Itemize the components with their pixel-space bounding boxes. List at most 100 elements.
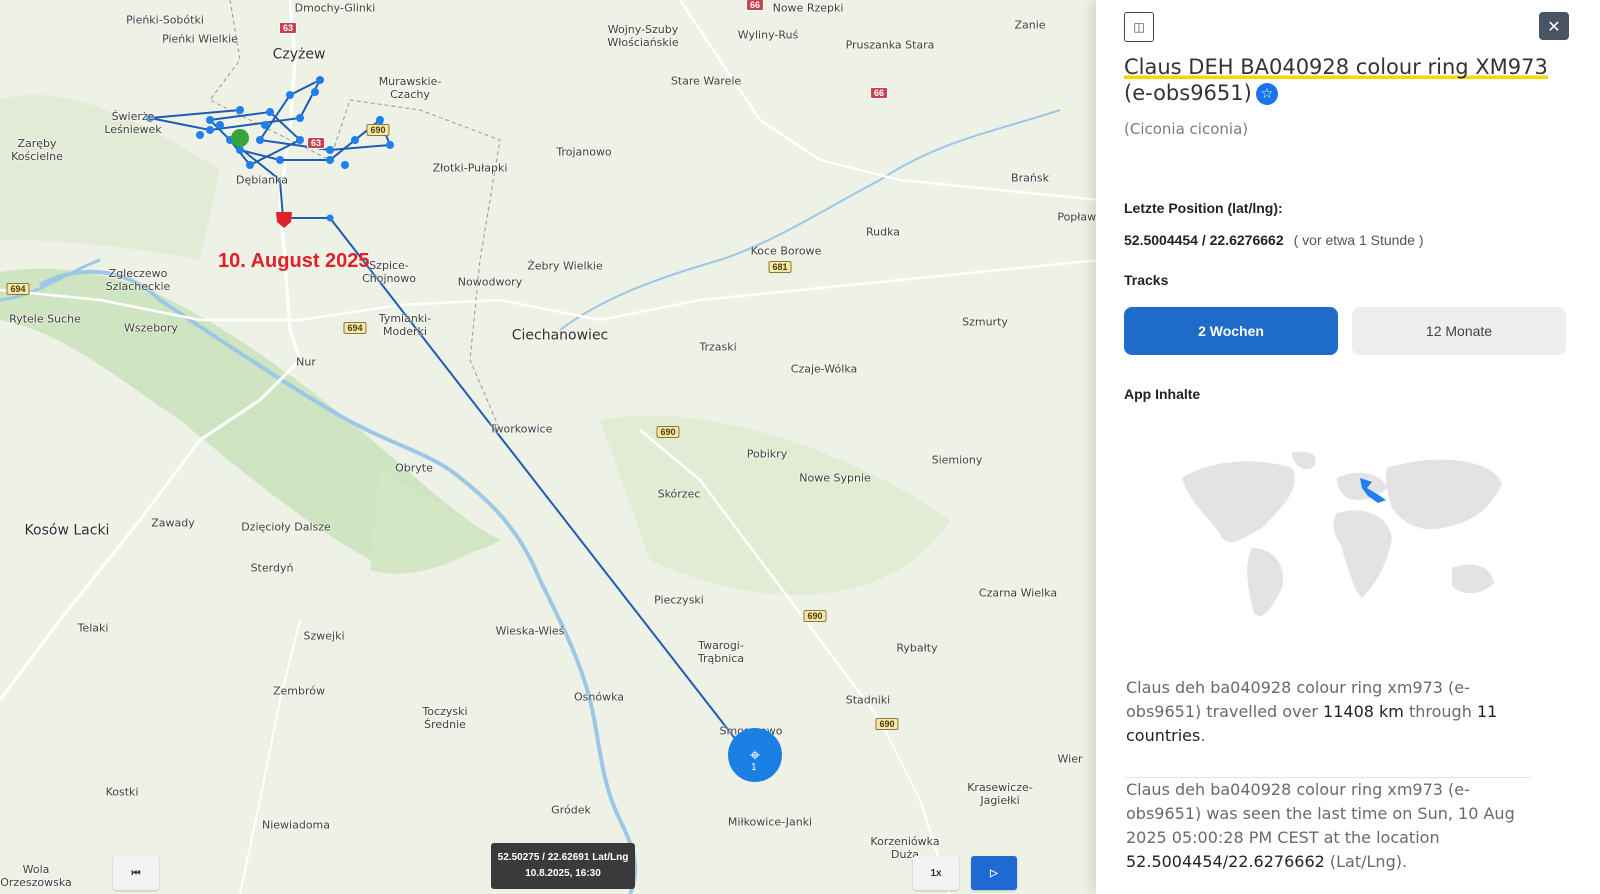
place-label: Telaki xyxy=(77,621,109,635)
place-label: Pieczyski xyxy=(654,593,704,607)
place-label: Zgleczewo Szlacheckie xyxy=(105,267,171,293)
place-label: Zanie xyxy=(1014,18,1046,32)
place-label: Trojanowo xyxy=(556,145,612,159)
place-label: Zaręby Kościelne xyxy=(11,137,63,163)
current-position-marker[interactable]: ⌖ xyxy=(728,728,782,782)
continent-australia xyxy=(1452,564,1494,594)
place-label: Skórzec xyxy=(657,487,701,501)
place-label: Nowe Sypnie xyxy=(799,471,871,485)
place-label: Rytele Suche xyxy=(9,312,81,326)
last-seen-text: Claus deh ba040928 colour ring xm973 (e-… xyxy=(1126,780,1515,847)
last-seen-location: 52.5004454/22.6276662 xyxy=(1126,852,1325,871)
field-area xyxy=(600,415,950,595)
place-label: Nur xyxy=(296,355,316,369)
road-number: 63 xyxy=(278,22,298,34)
place-label: Pobikry xyxy=(746,447,788,461)
road-number: 66 xyxy=(745,0,765,11)
place-label: Nowodwory xyxy=(457,275,523,289)
last-position-label: Letzte Position (lat/lng): xyxy=(1124,200,1283,216)
tab-2-weeks[interactable]: 2 Wochen xyxy=(1124,307,1338,355)
road xyxy=(239,619,301,894)
play-button[interactable]: ▷ xyxy=(971,856,1017,890)
play-icon: ▷ xyxy=(990,867,998,879)
continent-asia xyxy=(1385,459,1502,530)
place-label: Żebry Wielkie xyxy=(527,259,603,273)
place-label: Krasewicze-Jagiełki xyxy=(967,781,1033,807)
place-label: Pieńki Wielkie xyxy=(162,32,238,46)
summary-km: 11408 km xyxy=(1323,702,1404,721)
road-number: 694 xyxy=(343,322,367,334)
last-position: 52.5004454 / 22.6276662 ( vor etwa 1 Stun… xyxy=(1124,232,1424,248)
place-label: Zawady xyxy=(151,516,195,530)
place-label: Wojny-Szuby Włościańskie xyxy=(607,23,679,49)
place-label: Wieska-Wieś xyxy=(495,624,565,638)
place-label: Tymianki-Moderki xyxy=(378,312,432,338)
road-number: 694 xyxy=(6,283,30,295)
place-label: Pieńki-Sobótki xyxy=(126,13,204,27)
rewind-button[interactable]: ⏮ xyxy=(113,856,159,890)
place-label: Rudka xyxy=(865,225,901,239)
place-label: Wszebory xyxy=(124,321,178,335)
continent-south-america xyxy=(1247,548,1283,617)
place-label: Siemiony xyxy=(931,453,983,467)
place-label: Nowe Rzepki xyxy=(772,1,844,15)
road-number: 690 xyxy=(366,124,390,136)
place-label: Popławy xyxy=(1057,210,1100,224)
position-tooltip: 52.50275 / 22.62691 Lat/Lng 10.8.2025, 1… xyxy=(491,843,635,889)
place-label: Czyżew xyxy=(272,46,326,63)
road-number: 63 xyxy=(306,137,326,149)
tracks-label: Tracks xyxy=(1124,272,1169,288)
place-label: Szwejki xyxy=(303,629,345,643)
continent-greenland xyxy=(1292,451,1316,470)
side-panel: ◫ ✕ Claus DEH BA040928 colour ring XM973… xyxy=(1096,0,1600,894)
place-label: Kostki xyxy=(105,785,139,799)
start-marker[interactable] xyxy=(231,129,249,147)
place-label: Ciechanowiec xyxy=(511,327,609,344)
road-number: 66 xyxy=(869,87,889,99)
river xyxy=(559,109,1061,331)
continent-north-america xyxy=(1182,461,1295,543)
place-label: Złotki-Pułapki xyxy=(432,161,508,175)
place-label: Murawskie-Czachy xyxy=(378,75,442,101)
place-label: Dębianka xyxy=(236,173,288,187)
place-label: Trzaski xyxy=(699,340,737,354)
place-label: Koce Borowe xyxy=(750,244,822,258)
tab-12-months[interactable]: 12 Monate xyxy=(1352,307,1566,355)
place-label: Czarna Wielka xyxy=(978,586,1058,600)
summary-text-end: . xyxy=(1200,726,1206,745)
last-seen-text-end: (Lat/Lng). xyxy=(1324,852,1408,871)
skip-back-icon: ⏮ xyxy=(131,867,141,879)
place-label: Wola Orzeszowska xyxy=(0,863,72,889)
place-label: Gródek xyxy=(551,803,591,817)
date-marker[interactable] xyxy=(276,212,292,228)
speed-button[interactable]: 1x xyxy=(913,856,959,890)
app-content-label: App Inhalte xyxy=(1124,386,1201,402)
place-label: Rybałty xyxy=(896,641,938,655)
road-number: 690 xyxy=(803,610,827,622)
sidebar-icon: ◫ xyxy=(1133,20,1145,34)
close-icon: ✕ xyxy=(1547,16,1561,36)
last-seen-summary: Claus deh ba040928 colour ring xm973 (e-… xyxy=(1126,778,1526,874)
place-label: Twarogi-Trąbnica xyxy=(697,639,745,665)
title-tag: (e-obs9651) xyxy=(1124,81,1252,105)
place-label: Sterdyń xyxy=(250,561,294,575)
panel-toggle-button[interactable]: ◫ xyxy=(1124,12,1154,42)
travel-summary: Claus deh ba040928 colour ring xm973 (e-… xyxy=(1126,676,1526,748)
last-position-value: 52.5004454 / 22.6276662 xyxy=(1124,232,1284,248)
place-label: Niewiadoma xyxy=(261,818,331,832)
place-label: Miłkowice-Janki xyxy=(727,815,813,829)
favorite-star-icon[interactable]: ☆ xyxy=(1255,83,1278,105)
tooltip-time: 10.8.2025, 16:30 xyxy=(525,868,601,879)
place-label: Osnówka xyxy=(573,690,625,704)
place-label: Zembrów xyxy=(272,684,326,698)
road-number: 690 xyxy=(875,718,899,730)
scientific-name: (Ciconia ciconia) xyxy=(1124,120,1249,138)
close-button[interactable]: ✕ xyxy=(1539,12,1569,40)
continent-africa xyxy=(1333,510,1392,598)
place-label: Dmochy-Glinki xyxy=(294,1,376,15)
road-number: 681 xyxy=(768,261,792,273)
map[interactable]: Dmochy-Glinki Pieńki-Sobótki Pieńki Wielki… xyxy=(0,0,1100,894)
tooltip-coords: 52.50275 / 22.62691 Lat/Lng xyxy=(497,852,629,863)
place-label: Stadniki xyxy=(845,693,891,707)
animal-title: Claus DEH BA040928 colour ring XM973 (e-… xyxy=(1124,54,1564,106)
